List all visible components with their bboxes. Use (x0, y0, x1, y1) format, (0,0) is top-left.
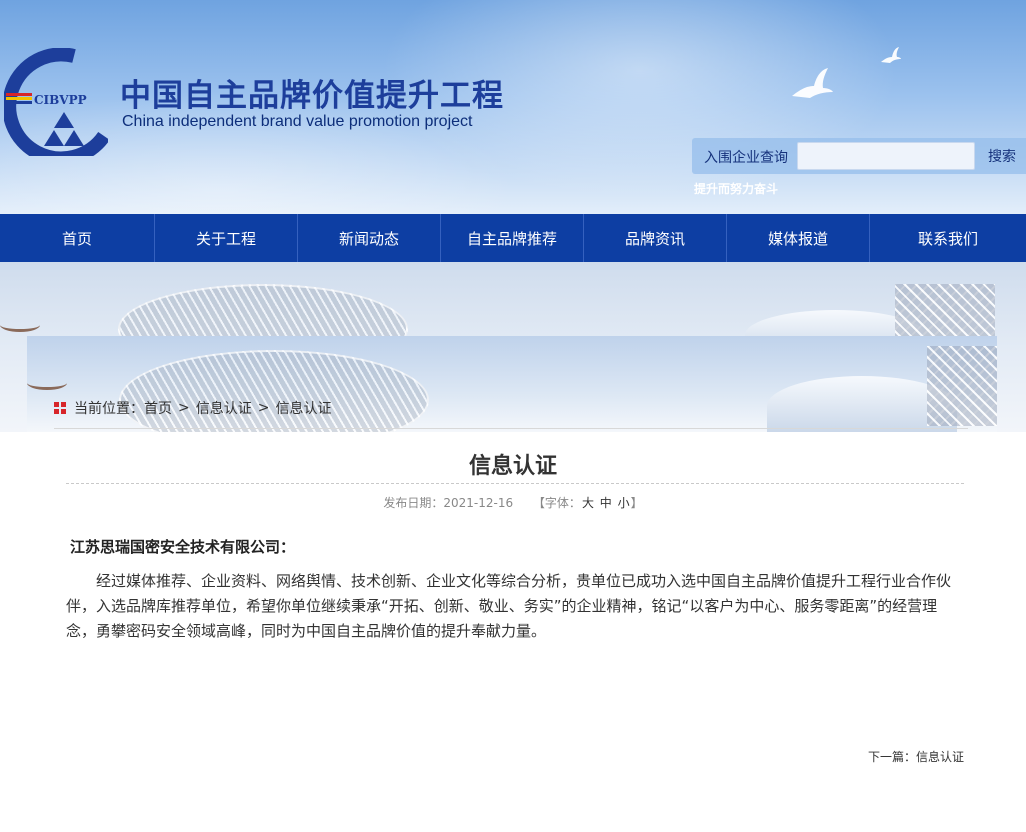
slogan: 提升而努力奋斗 (694, 182, 779, 196)
nav-item-brand-info[interactable]: 品牌资讯 (584, 214, 727, 262)
dove-icon (881, 47, 901, 63)
site-subtitle: China independent brand value promotion … (122, 113, 473, 130)
publish-date: 2021-12-16 (443, 496, 514, 510)
font-label-open: 【字体： (532, 496, 581, 510)
font-label-close: 】 (630, 496, 643, 510)
divider (66, 483, 964, 484)
nav-item-contact[interactable]: 联系我们 (870, 214, 1026, 262)
tower-image (927, 346, 997, 426)
nav-item-about[interactable]: 关于工程 (155, 214, 298, 262)
location-icon (54, 402, 66, 414)
pavilion-roof (27, 376, 67, 390)
dove-icon (792, 68, 833, 98)
nav-item-home[interactable]: 首页 (0, 214, 155, 262)
breadcrumb-prefix: 当前位置： (74, 401, 144, 417)
article-title: 信息认证 (468, 454, 557, 479)
breadcrumb-home[interactable]: 首页 (144, 398, 172, 418)
next-title[interactable]: 信息认证 (916, 750, 964, 764)
pavilion-roof (0, 318, 40, 332)
breadcrumb-separator: > (257, 400, 270, 416)
breadcrumb-separator: > (178, 400, 190, 416)
nav-item-news[interactable]: 新闻动态 (298, 214, 441, 262)
nav-item-brand-recommend[interactable]: 自主品牌推荐 (441, 214, 584, 262)
site-title[interactable]: 中国自主品牌价值提升工程 (120, 70, 504, 115)
breadcrumb: 当前位置： 首页 > 信息认证 > 信息认证 (54, 398, 331, 418)
main-nav: 首页 关于工程 新闻动态 自主品牌推荐 品牌资讯 媒体报道 联系我们 (0, 214, 1026, 262)
next-article-link[interactable]: 下一篇：信息认证 (868, 748, 964, 765)
nav-item-media[interactable]: 媒体报道 (727, 214, 870, 262)
next-label: 下一篇： (867, 750, 916, 764)
search-button[interactable]: 搜索 (980, 142, 1026, 170)
tower-image (895, 284, 995, 344)
logo-text: CIBVPP (34, 93, 87, 107)
article-meta: 发布日期：2021-12-16 【字体：大 中 小】 (0, 494, 1026, 511)
font-size-large[interactable]: 大 (582, 496, 594, 510)
cibvpp-logo-icon[interactable]: CIBVPP (4, 48, 108, 156)
search-label: 入围企业查询 (704, 150, 788, 166)
font-size-medium[interactable]: 中 (600, 496, 612, 510)
stadium-image (119, 350, 429, 432)
article-body: 经过媒体推荐、企业资料、网络舆情、技术创新、企业文化等综合分析，贵单位已成功入选… (66, 572, 952, 640)
date-label: 发布日期： (383, 496, 444, 510)
site-header: CIBVPP 中国自主品牌价值提升工程 China independent br… (0, 0, 1026, 214)
font-size-small[interactable]: 小 (618, 496, 630, 510)
font-size-control: 【字体：大 中 小】 (533, 496, 643, 510)
divider (54, 428, 968, 429)
breadcrumb-category[interactable]: 信息认证 (196, 398, 252, 418)
search-input[interactable] (797, 142, 975, 170)
breadcrumb-current[interactable]: 信息认证 (275, 398, 331, 418)
article-recipient: 江苏思瑞国密安全技术有限公司： (70, 538, 296, 556)
